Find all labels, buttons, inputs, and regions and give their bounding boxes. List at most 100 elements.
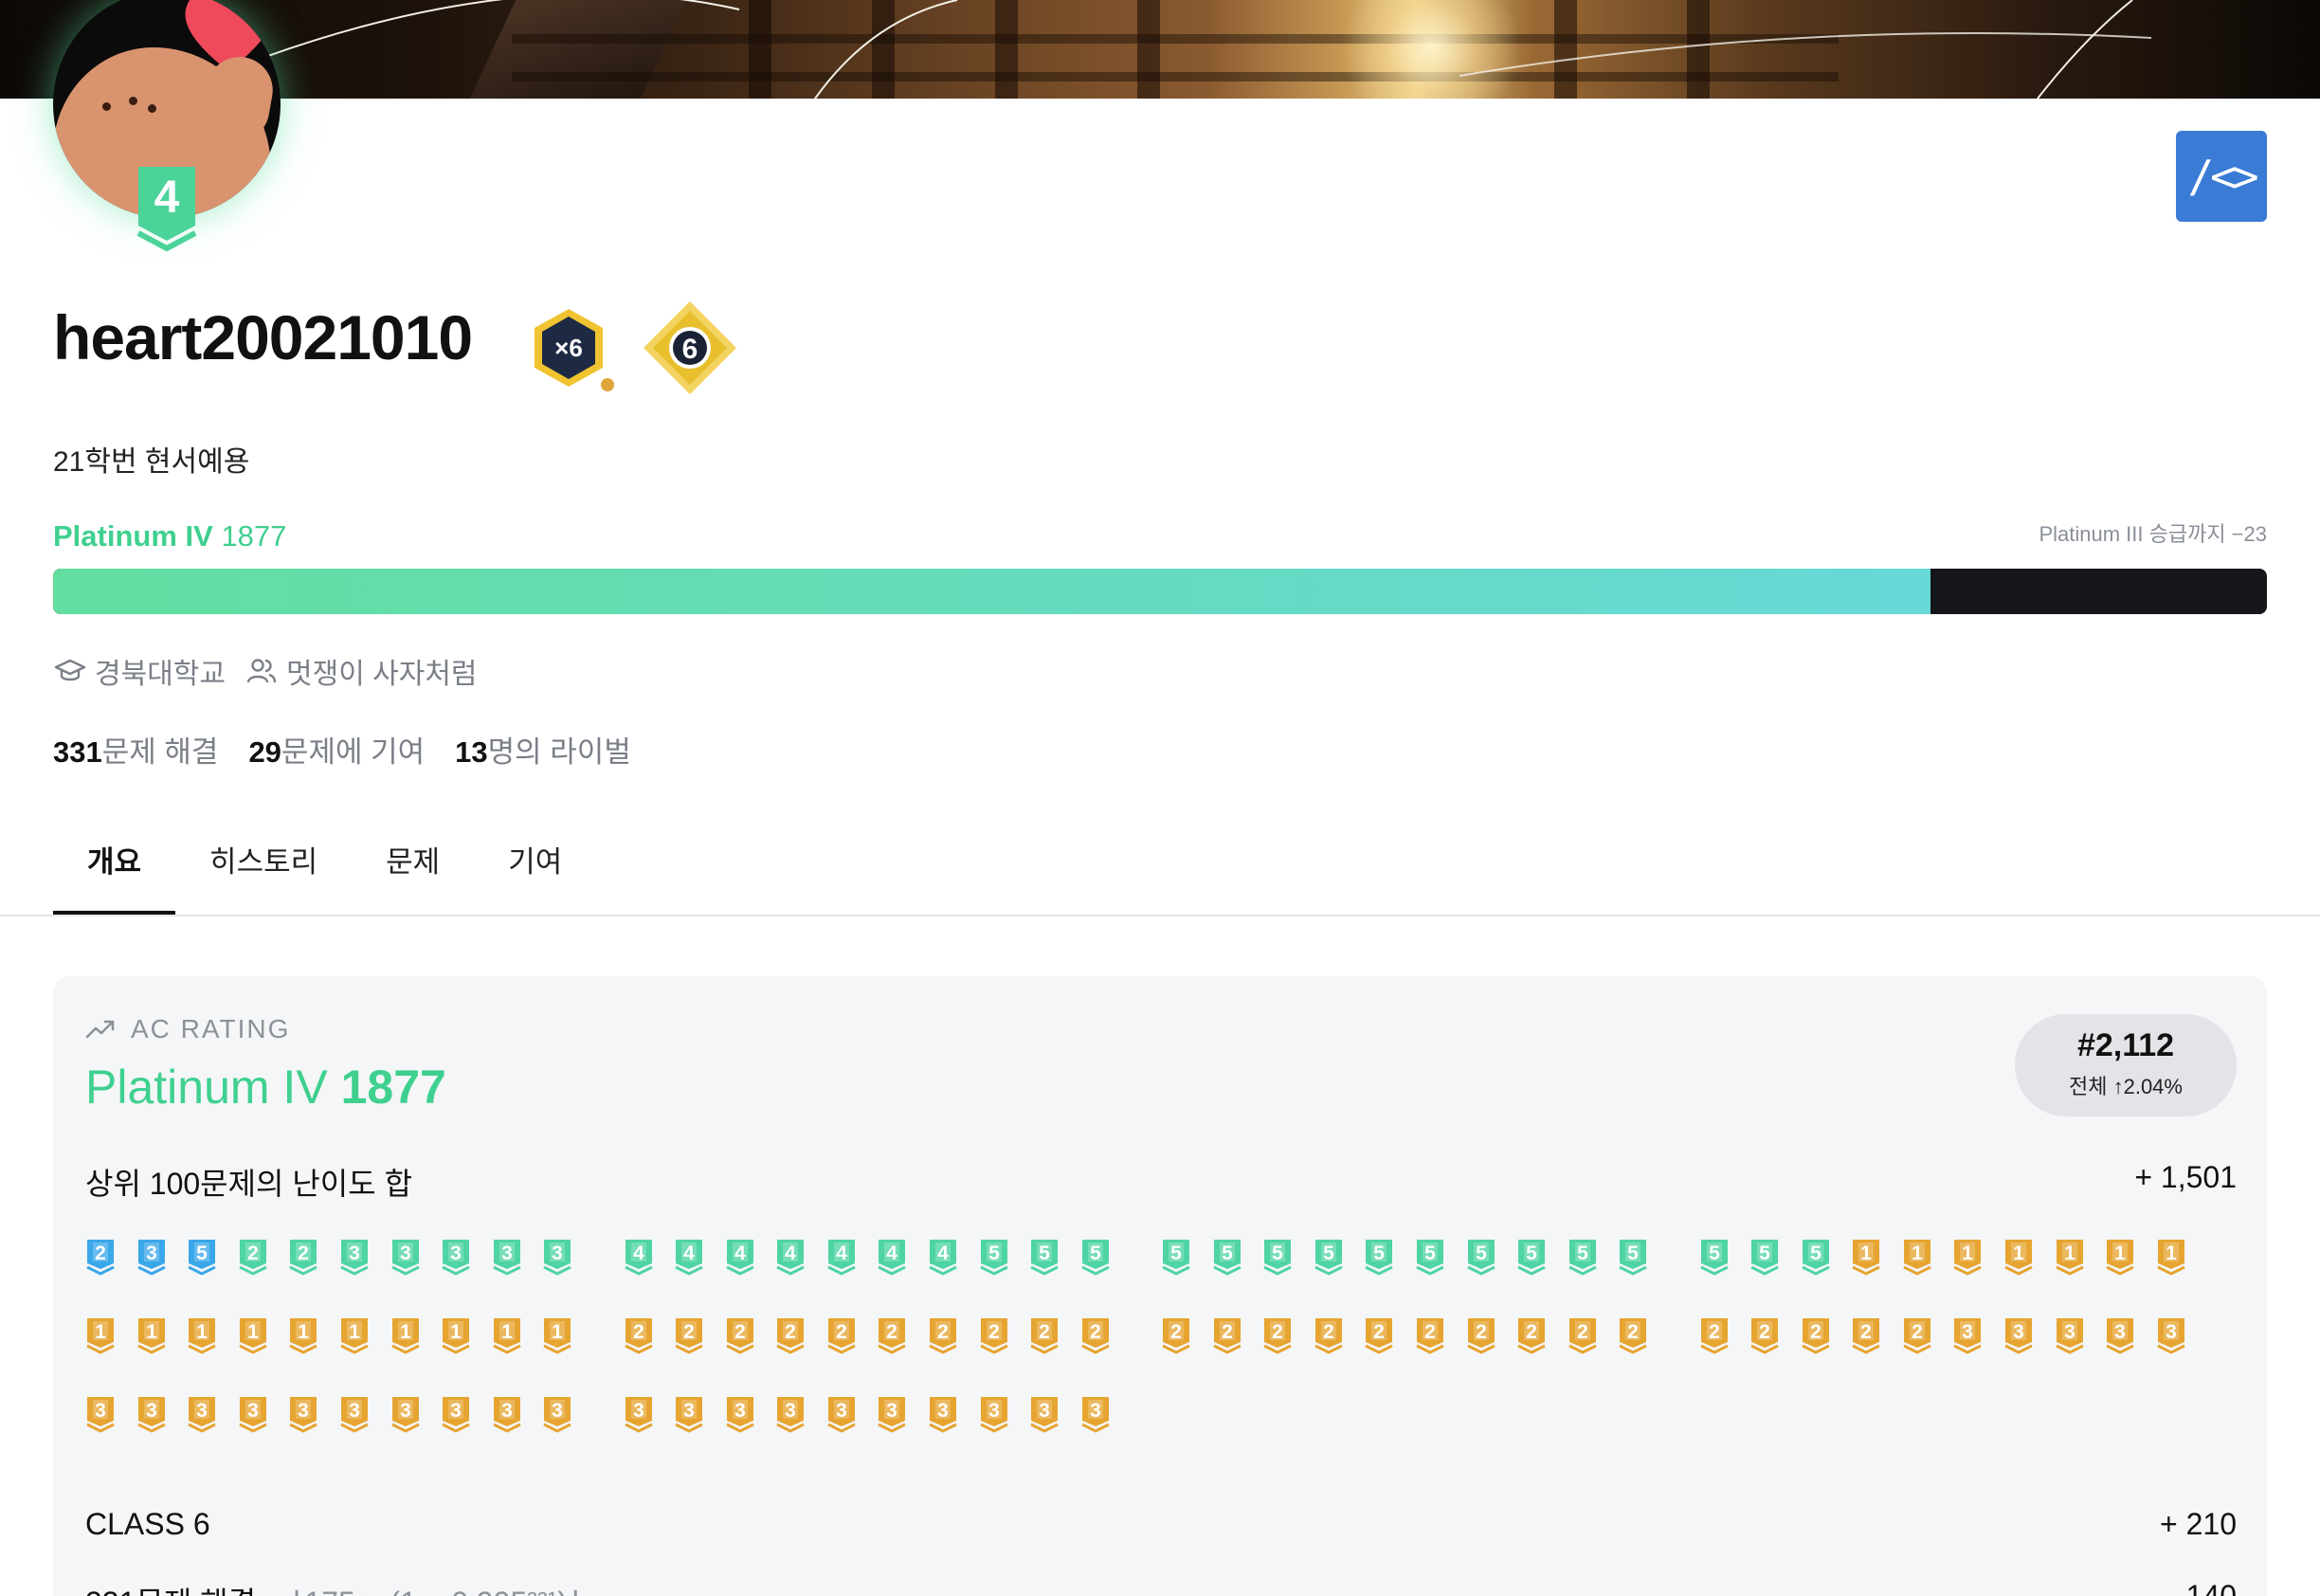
gold-3-tier-icon[interactable]: 3 xyxy=(624,1395,654,1433)
platinum-5-tier-icon[interactable]: 5 xyxy=(1364,1238,1394,1276)
gold-2-tier-icon[interactable]: 2 xyxy=(1080,1316,1111,1354)
gold-3-tier-icon[interactable]: 3 xyxy=(725,1395,755,1433)
gold-3-tier-icon[interactable]: 3 xyxy=(187,1395,217,1433)
platinum-5-tier-icon[interactable]: 5 xyxy=(1699,1238,1730,1276)
platinum-5-tier-icon[interactable]: 5 xyxy=(1618,1238,1648,1276)
platinum-5-tier-icon[interactable]: 5 xyxy=(1568,1238,1598,1276)
tab-overview[interactable]: 개요 xyxy=(53,830,176,915)
gold-3-tier-icon[interactable]: 3 xyxy=(775,1395,806,1433)
group-link[interactable]: 멋쟁이 사자처럼 xyxy=(245,650,478,692)
gold-1-tier-icon[interactable]: 1 xyxy=(2003,1238,2034,1276)
gold-3-tier-icon[interactable]: 3 xyxy=(339,1395,370,1433)
gold-3-tier-icon[interactable]: 3 xyxy=(928,1395,958,1433)
gold-2-tier-icon[interactable]: 2 xyxy=(1516,1316,1547,1354)
tab-history[interactable]: 히스토리 xyxy=(175,830,352,915)
platinum-4-tier-icon[interactable]: 4 xyxy=(877,1238,907,1276)
platinum-3-tier-icon[interactable]: 3 xyxy=(390,1238,421,1276)
gold-2-tier-icon[interactable]: 2 xyxy=(1314,1316,1344,1354)
gold-3-tier-icon[interactable]: 3 xyxy=(492,1395,522,1433)
gold-3-tier-icon[interactable]: 3 xyxy=(441,1395,471,1433)
platinum-2-tier-icon[interactable]: 2 xyxy=(238,1238,268,1276)
gold-2-tier-icon[interactable]: 2 xyxy=(775,1316,806,1354)
gold-1-tier-icon[interactable]: 1 xyxy=(187,1316,217,1354)
gold-3-tier-icon[interactable]: 3 xyxy=(2105,1316,2135,1354)
gold-1-tier-icon[interactable]: 1 xyxy=(339,1316,370,1354)
gold-2-tier-icon[interactable]: 2 xyxy=(1364,1316,1394,1354)
gold-3-tier-icon[interactable]: 3 xyxy=(1952,1316,1983,1354)
diamond-5-tier-icon[interactable]: 5 xyxy=(187,1238,217,1276)
gold-2-tier-icon[interactable]: 2 xyxy=(928,1316,958,1354)
embed-code-button[interactable]: /<> xyxy=(2176,131,2267,222)
gold-1-tier-icon[interactable]: 1 xyxy=(238,1316,268,1354)
platinum-5-tier-icon[interactable]: 5 xyxy=(1466,1238,1496,1276)
gold-2-tier-icon[interactable]: 2 xyxy=(674,1316,704,1354)
gold-3-tier-icon[interactable]: 3 xyxy=(674,1395,704,1433)
achievement-badge[interactable]: 6 xyxy=(640,298,740,398)
solved-stat[interactable]: 331문제 해결 xyxy=(53,728,218,771)
gold-1-tier-icon[interactable]: 1 xyxy=(2156,1238,2186,1276)
platinum-4-tier-icon[interactable]: 4 xyxy=(725,1238,755,1276)
platinum-3-tier-icon[interactable]: 3 xyxy=(492,1238,522,1276)
diamond-3-tier-icon[interactable]: 3 xyxy=(136,1238,167,1276)
organization-link[interactable]: 경북대학교 xyxy=(53,650,226,692)
contribution-stat[interactable]: 29문제에 기여 xyxy=(248,728,425,771)
platinum-2-tier-icon[interactable]: 2 xyxy=(288,1238,318,1276)
gold-3-tier-icon[interactable]: 3 xyxy=(826,1395,857,1433)
platinum-5-tier-icon[interactable]: 5 xyxy=(1314,1238,1344,1276)
platinum-4-tier-icon[interactable]: 4 xyxy=(928,1238,958,1276)
rival-stat[interactable]: 13명의 라이벌 xyxy=(455,728,631,771)
platinum-5-tier-icon[interactable]: 5 xyxy=(1212,1238,1242,1276)
gold-2-tier-icon[interactable]: 2 xyxy=(826,1316,857,1354)
platinum-3-tier-icon[interactable]: 3 xyxy=(339,1238,370,1276)
gold-3-tier-icon[interactable]: 3 xyxy=(2003,1316,2034,1354)
gold-2-tier-icon[interactable]: 2 xyxy=(1212,1316,1242,1354)
platinum-4-tier-icon[interactable]: 4 xyxy=(674,1238,704,1276)
platinum-5-tier-icon[interactable]: 5 xyxy=(1749,1238,1780,1276)
platinum-5-tier-icon[interactable]: 5 xyxy=(1029,1238,1060,1276)
platinum-3-tier-icon[interactable]: 3 xyxy=(542,1238,572,1276)
gold-1-tier-icon[interactable]: 1 xyxy=(1952,1238,1983,1276)
platinum-4-tier-icon[interactable]: 4 xyxy=(826,1238,857,1276)
gold-3-tier-icon[interactable]: 3 xyxy=(238,1395,268,1433)
platinum-4-tier-icon[interactable]: 4 xyxy=(624,1238,654,1276)
gold-2-tier-icon[interactable]: 2 xyxy=(877,1316,907,1354)
platinum-5-tier-icon[interactable]: 5 xyxy=(1801,1238,1831,1276)
gold-3-tier-icon[interactable]: 3 xyxy=(1029,1395,1060,1433)
gold-3-tier-icon[interactable]: 3 xyxy=(390,1395,421,1433)
tab-problems[interactable]: 문제 xyxy=(352,830,474,915)
gold-1-tier-icon[interactable]: 1 xyxy=(1902,1238,1932,1276)
platinum-5-tier-icon[interactable]: 5 xyxy=(1262,1238,1293,1276)
gold-1-tier-icon[interactable]: 1 xyxy=(85,1316,116,1354)
gold-2-tier-icon[interactable]: 2 xyxy=(624,1316,654,1354)
platinum-3-tier-icon[interactable]: 3 xyxy=(441,1238,471,1276)
platinum-5-tier-icon[interactable]: 5 xyxy=(1161,1238,1191,1276)
gold-2-tier-icon[interactable]: 2 xyxy=(1902,1316,1932,1354)
gold-1-tier-icon[interactable]: 1 xyxy=(542,1316,572,1354)
gold-1-tier-icon[interactable]: 1 xyxy=(1851,1238,1881,1276)
gold-2-tier-icon[interactable]: 2 xyxy=(1415,1316,1445,1354)
gold-2-tier-icon[interactable]: 2 xyxy=(725,1316,755,1354)
gold-3-tier-icon[interactable]: 3 xyxy=(979,1395,1009,1433)
gold-3-tier-icon[interactable]: 3 xyxy=(85,1395,116,1433)
platinum-5-tier-icon[interactable]: 5 xyxy=(979,1238,1009,1276)
gold-2-tier-icon[interactable]: 2 xyxy=(1749,1316,1780,1354)
gold-3-tier-icon[interactable]: 3 xyxy=(1080,1395,1111,1433)
gold-2-tier-icon[interactable]: 2 xyxy=(1851,1316,1881,1354)
gold-3-tier-icon[interactable]: 3 xyxy=(136,1395,167,1433)
gold-3-tier-icon[interactable]: 3 xyxy=(877,1395,907,1433)
gold-2-tier-icon[interactable]: 2 xyxy=(1029,1316,1060,1354)
gold-3-tier-icon[interactable]: 3 xyxy=(542,1395,572,1433)
gold-2-tier-icon[interactable]: 2 xyxy=(1618,1316,1648,1354)
gold-2-tier-icon[interactable]: 2 xyxy=(1161,1316,1191,1354)
gold-2-tier-icon[interactable]: 2 xyxy=(1466,1316,1496,1354)
gold-1-tier-icon[interactable]: 1 xyxy=(390,1316,421,1354)
gold-2-tier-icon[interactable]: 2 xyxy=(1262,1316,1293,1354)
gold-1-tier-icon[interactable]: 1 xyxy=(2055,1238,2085,1276)
gold-3-tier-icon[interactable]: 3 xyxy=(288,1395,318,1433)
platinum-5-tier-icon[interactable]: 5 xyxy=(1516,1238,1547,1276)
gold-2-tier-icon[interactable]: 2 xyxy=(1568,1316,1598,1354)
gold-1-tier-icon[interactable]: 1 xyxy=(441,1316,471,1354)
tab-contributions[interactable]: 기여 xyxy=(474,830,596,915)
gold-1-tier-icon[interactable]: 1 xyxy=(2105,1238,2135,1276)
gold-1-tier-icon[interactable]: 1 xyxy=(288,1316,318,1354)
